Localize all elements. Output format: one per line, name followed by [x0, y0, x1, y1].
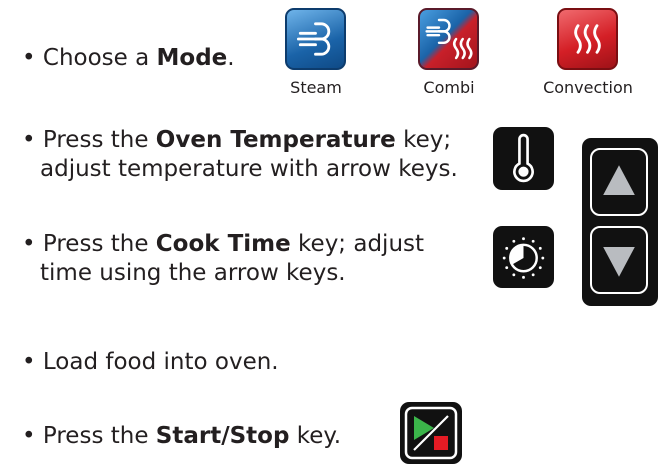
down-arrow-key[interactable]	[590, 226, 648, 294]
convection-icon	[574, 24, 601, 54]
step-text-post: key; adjust	[290, 231, 425, 257]
step-text-post: key;	[395, 127, 452, 153]
combi-icon	[425, 18, 473, 60]
step-text-post: key.	[289, 423, 342, 449]
steam-mode-button[interactable]	[285, 8, 346, 70]
steam-icon	[296, 22, 331, 56]
step-text: Load food into oven.	[42, 349, 279, 375]
step-text-pre: Press the	[42, 423, 156, 449]
thermometer-icon	[513, 133, 534, 183]
step-text-post: .	[227, 45, 235, 71]
step-text-pre: Press the	[42, 127, 156, 153]
step-text-bold: Mode	[156, 45, 228, 71]
mode-label-combi: Combi	[423, 78, 475, 97]
step-text-line2: adjust temperature with arrow keys.	[40, 156, 458, 182]
combi-mode-button[interactable]	[418, 8, 479, 70]
step-text-bold: Start/Stop	[155, 423, 290, 449]
bullet: •	[22, 45, 36, 71]
down-arrow-icon	[603, 246, 635, 277]
step-load-food: • Load food into oven.	[22, 348, 279, 377]
bullet: •	[22, 423, 36, 449]
mode-label-convection: Convection	[543, 78, 633, 97]
arrow-keys-panel	[582, 138, 658, 306]
step-text-bold: Oven Temperature	[155, 127, 396, 153]
step-text-pre: Choose a	[42, 45, 157, 71]
bullet: •	[22, 127, 36, 153]
bullet: •	[22, 231, 36, 257]
step-cook-time: • Press the Cook Time key; adjust time u…	[22, 230, 424, 288]
step-choose-mode: • Choose a Mode.	[22, 44, 235, 73]
up-arrow-key[interactable]	[590, 148, 648, 216]
step-text-line2: time using the arrow keys.	[40, 260, 346, 286]
step-text-pre: Press the	[42, 231, 156, 257]
start-stop-icon	[404, 406, 458, 460]
timer-dial-icon	[502, 237, 545, 279]
bullet: •	[22, 349, 36, 375]
mode-label-steam: Steam	[290, 78, 342, 97]
step-oven-temperature: • Press the Oven Temperature key; adjust…	[22, 126, 458, 184]
start-stop-key[interactable]	[400, 402, 462, 464]
oven-temperature-key[interactable]	[493, 127, 554, 190]
convection-mode-button[interactable]	[557, 8, 618, 70]
up-arrow-icon	[603, 165, 635, 196]
step-start-stop: • Press the Start/Stop key.	[22, 422, 341, 451]
step-text-bold: Cook Time	[155, 231, 291, 257]
cook-time-key[interactable]	[493, 226, 554, 288]
